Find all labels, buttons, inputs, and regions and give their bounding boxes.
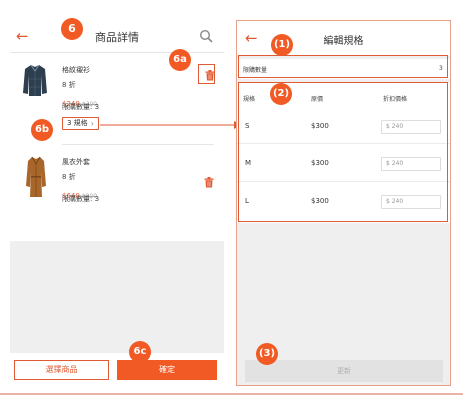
limit-highlight-box: [238, 55, 448, 78]
page-title: 商品詳情: [95, 31, 139, 44]
spec-label: 3 規格: [67, 119, 88, 127]
table-highlight-box: [238, 82, 448, 222]
search-icon[interactable]: [199, 29, 213, 43]
spec-button[interactable]: 3 規格 ›: [62, 117, 99, 130]
annotation-badge-1: (1): [271, 34, 293, 56]
update-button[interactable]: 更新: [245, 360, 443, 382]
purchase-limit: 限購數量: 3: [62, 195, 100, 203]
shirt-image: [23, 64, 47, 96]
left-header: ← 商品詳情: [10, 20, 224, 53]
confirm-button[interactable]: 確定: [117, 360, 217, 380]
choose-product-button[interactable]: 選擇商品: [14, 360, 109, 380]
annotation-badge-6: 6: [61, 18, 83, 40]
product-name: 風衣外套: [62, 158, 90, 166]
product-list: 格紋襯衫 8 折 $240 $300 限購數量: 3 3 規格 › 風衣外套 8 …: [10, 53, 224, 241]
product-name: 格紋襯衫: [62, 66, 90, 74]
arrow-connector-icon: [100, 121, 241, 129]
right-header: ← 編輯規格: [237, 21, 450, 56]
trash-highlight-box: [198, 64, 215, 84]
annotation-badge-6c: 6c: [129, 341, 151, 363]
product-detail-screen: ← 商品詳情 格紋襯衫 8 折 $240 $300 限購數量: 3 3 規格 ›…: [10, 20, 224, 385]
annotation-badge-3: (3): [256, 343, 278, 365]
left-footer: 選擇商品 確定: [10, 353, 224, 385]
coat-image: [26, 156, 46, 197]
annotation-badge-6a: 6a: [169, 49, 191, 71]
page-title: 編輯規格: [323, 36, 364, 47]
purchase-limit: 限購數量: 3: [62, 103, 100, 111]
trash-icon[interactable]: [204, 177, 214, 188]
bottom-divider: [0, 393, 463, 395]
divider: [62, 144, 214, 145]
product-discount: 8 折: [62, 81, 76, 89]
chevron-right-icon: ›: [90, 119, 94, 128]
annotation-badge-6b: 6b: [31, 119, 53, 141]
product-discount: 8 折: [62, 173, 76, 181]
